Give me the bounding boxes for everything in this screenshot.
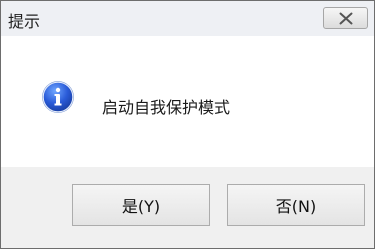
info-icon bbox=[42, 81, 74, 113]
no-button[interactable]: 否(N) bbox=[227, 184, 365, 226]
message-text: 启动自我保护模式 bbox=[102, 98, 231, 117]
button-bar: 是(Y) 否(N) bbox=[1, 167, 374, 248]
close-button[interactable] bbox=[323, 7, 368, 29]
close-icon bbox=[339, 12, 353, 25]
message-dialog: 提示 启动自我保护模式 是(Y) 否(N) bbox=[0, 0, 375, 249]
title-bar: 提示 bbox=[1, 1, 374, 36]
dialog-title: 提示 bbox=[8, 12, 41, 31]
yes-button[interactable]: 是(Y) bbox=[72, 184, 210, 226]
message-area: 启动自我保护模式 bbox=[1, 36, 374, 167]
